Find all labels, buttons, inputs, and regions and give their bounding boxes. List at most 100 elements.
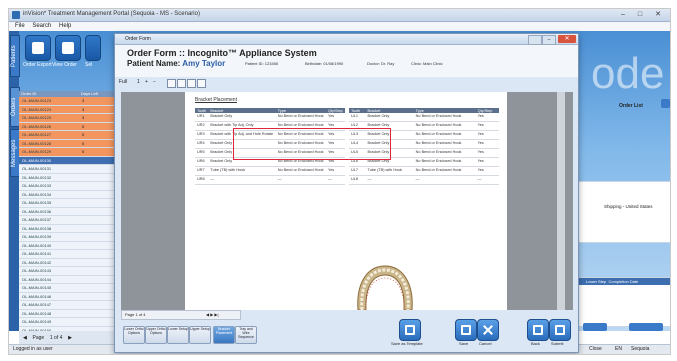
order-id: OL-MAIN-00125 bbox=[22, 115, 52, 120]
app-icon bbox=[12, 11, 20, 19]
list-item[interactable]: OL-MAIN-00130 bbox=[19, 156, 121, 165]
status-close[interactable]: Close bbox=[589, 346, 602, 352]
list-item[interactable]: OL-MAIN-00139 bbox=[19, 233, 121, 242]
dialog-bottom-bar: Lower Ortho Options Upper Ortho Options … bbox=[121, 318, 573, 348]
menu-help[interactable]: Help bbox=[59, 22, 71, 31]
list-item[interactable]: OL-MAIN-00147 bbox=[19, 301, 121, 310]
list-item[interactable]: OL-MAIN-00128 5 bbox=[19, 139, 121, 148]
cancel-button[interactable] bbox=[477, 319, 499, 341]
dialog-restore-icon[interactable] bbox=[528, 35, 542, 45]
minimize-icon[interactable]: – bbox=[614, 10, 632, 19]
days-left: 5 bbox=[82, 149, 85, 154]
back-button[interactable] bbox=[527, 319, 549, 341]
order-id: OL-MAIN-00129 bbox=[22, 149, 52, 154]
zoom-value[interactable]: Full bbox=[119, 79, 127, 85]
select-button[interactable] bbox=[85, 35, 101, 61]
list-item[interactable]: OL-MAIN-00148 bbox=[19, 310, 121, 318]
list-item[interactable]: OL-MAIN-00126 5 bbox=[19, 122, 121, 131]
list-item[interactable]: OL-MAIN-00140 bbox=[19, 242, 121, 250]
menu-search[interactable]: Search bbox=[32, 22, 51, 31]
days-left bbox=[82, 242, 112, 250]
page-number: 1 of 4 bbox=[49, 335, 63, 341]
list-item[interactable]: OL-MAIN-00136 bbox=[19, 208, 121, 216]
list-item[interactable]: OL-MAIN-00149 bbox=[19, 318, 121, 327]
fit-page-icon[interactable] bbox=[167, 79, 176, 88]
days-left: 3 bbox=[82, 98, 85, 103]
zoom-in-icon[interactable]: + bbox=[145, 79, 148, 85]
cell-tooth: UR1 bbox=[195, 113, 209, 122]
order-export-button[interactable] bbox=[25, 35, 51, 61]
save-button[interactable] bbox=[455, 319, 477, 341]
tray-wire-sequence-tab[interactable]: Tray and Wire Sequence bbox=[235, 326, 257, 344]
days-left bbox=[82, 174, 112, 182]
next-page-icon[interactable]: ▶ bbox=[68, 335, 72, 341]
back-icon bbox=[533, 325, 543, 335]
steps-grid-header: Lower Step Completion Date bbox=[578, 278, 670, 285]
patient-birthdate: Birthdate: 01/08/1990 bbox=[305, 61, 344, 66]
cell-type: No Bend or Enclosed Hook bbox=[275, 166, 327, 176]
save-label: Save bbox=[459, 341, 469, 346]
upper-setup-tab[interactable]: Upper Setup bbox=[189, 326, 211, 344]
export-pdf-icon[interactable] bbox=[197, 79, 206, 88]
list-item[interactable]: OL-MAIN-00137 bbox=[19, 216, 121, 225]
document-scrollbar[interactable] bbox=[557, 92, 565, 310]
bracket-placement-tab[interactable]: Bracket Placement bbox=[213, 326, 235, 344]
list-item[interactable]: OL-MAIN-00143 bbox=[19, 267, 121, 276]
list-item[interactable]: OL-MAIN-00131 bbox=[19, 165, 121, 174]
list-item[interactable]: OL-MAIN-00134 bbox=[19, 191, 121, 199]
dialog-close-icon[interactable]: ✕ bbox=[558, 35, 576, 43]
order-id: OL-MAIN-00145 bbox=[22, 285, 52, 290]
menu-bar: File Search Help bbox=[9, 22, 670, 31]
template-icon bbox=[405, 325, 415, 335]
print-icon[interactable] bbox=[187, 79, 196, 88]
lower-ortho-options-tab[interactable]: Lower Ortho Options bbox=[123, 326, 145, 344]
order-id: OL-MAIN-00123 bbox=[22, 98, 52, 103]
back-label: Back bbox=[531, 341, 540, 346]
order-id: OL-MAIN-00128 bbox=[22, 140, 52, 146]
days-left bbox=[82, 318, 112, 326]
view-order-button[interactable] bbox=[55, 35, 81, 61]
submit-button[interactable] bbox=[549, 319, 571, 341]
list-item[interactable]: OL-MAIN-00123 3 bbox=[19, 97, 121, 106]
panel-button-2[interactable] bbox=[629, 323, 663, 331]
list-item[interactable]: OL-MAIN-00138 bbox=[19, 225, 121, 233]
panel-button-1[interactable] bbox=[583, 323, 607, 331]
patient-id: Patient ID: 123456 bbox=[245, 61, 279, 66]
list-item[interactable]: OL-MAIN-00144 bbox=[19, 276, 121, 284]
order-list-button[interactable] bbox=[661, 99, 670, 108]
days-left bbox=[82, 208, 112, 216]
save-template-button[interactable] bbox=[399, 319, 421, 341]
page-field[interactable]: 1 bbox=[137, 79, 140, 85]
dialog-minimize-icon[interactable]: – bbox=[542, 35, 556, 45]
patient-name-label: Patient Name: bbox=[127, 59, 181, 68]
list-item[interactable]: OL-MAIN-00125 3 bbox=[19, 114, 121, 123]
ribbon: Order Export View Order Sel bbox=[19, 33, 119, 77]
zoom-out-icon[interactable]: − bbox=[153, 79, 156, 85]
list-item[interactable]: OL-MAIN-00124 3 bbox=[19, 105, 121, 114]
list-item[interactable]: OL-MAIN-00132 bbox=[19, 174, 121, 182]
list-item[interactable]: OL-MAIN-00127 5 bbox=[19, 131, 121, 140]
fit-width-icon[interactable] bbox=[177, 79, 186, 88]
list-item[interactable]: OL-MAIN-00145 bbox=[19, 284, 121, 293]
order-id: OL-MAIN-00142 bbox=[22, 259, 52, 265]
days-left bbox=[82, 293, 112, 301]
upper-ortho-options-tab[interactable]: Upper Ortho Options bbox=[145, 326, 167, 344]
right-panel-buttons bbox=[577, 323, 670, 333]
menu-file[interactable]: File bbox=[15, 22, 25, 31]
order-id: OL-MAIN-00140 bbox=[22, 242, 52, 248]
maximize-icon[interactable]: □ bbox=[631, 10, 649, 19]
list-item[interactable]: OL-MAIN-00142 bbox=[19, 259, 121, 267]
list-item[interactable]: OL-MAIN-00146 bbox=[19, 293, 121, 301]
days-left bbox=[82, 267, 112, 275]
cell-type: — bbox=[275, 175, 327, 185]
list-item[interactable]: OL-MAIN-00135 bbox=[19, 199, 121, 208]
cell-tooth: UR7 bbox=[195, 166, 209, 176]
list-item[interactable]: OL-MAIN-00129 5 bbox=[19, 148, 121, 157]
days-left bbox=[82, 191, 112, 199]
close-icon[interactable]: ✕ bbox=[649, 10, 667, 19]
view-order-label: View Order bbox=[52, 62, 77, 68]
prev-page-icon[interactable]: ◀ bbox=[23, 335, 27, 341]
list-item[interactable]: OL-MAIN-00133 bbox=[19, 182, 121, 191]
lower-setup-tab[interactable]: Lower Setup bbox=[167, 326, 189, 344]
list-item[interactable]: OL-MAIN-00141 bbox=[19, 250, 121, 259]
